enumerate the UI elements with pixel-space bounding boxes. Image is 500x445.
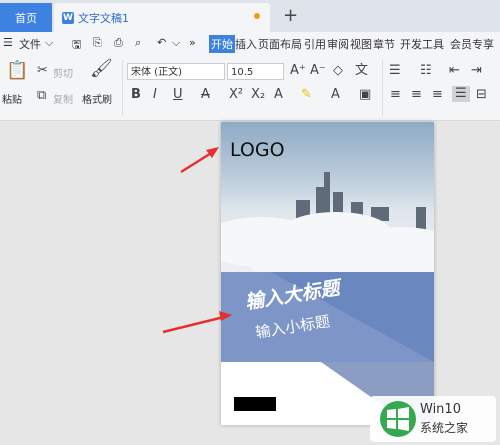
- document-icon: W: [62, 11, 74, 24]
- menu-developer[interactable]: 开发工具: [400, 36, 444, 52]
- tab-home-label: 首页: [15, 11, 37, 25]
- font-color-icon[interactable]: A: [331, 88, 340, 102]
- chevron-down-icon[interactable]: ⌵: [45, 36, 53, 50]
- menu-section[interactable]: 章节: [373, 36, 395, 52]
- menu-bar: ☰ 文件 ⌵ 🖫 ⎘ ⎙ ⌕ ↶ ⌵ » 开始 插入 页面布局 引用 审阅 视图…: [0, 32, 500, 57]
- decrease-indent-icon[interactable]: ⇤: [449, 64, 460, 78]
- watermark-title: Win10: [420, 402, 461, 417]
- print-preview-icon[interactable]: ⌕: [135, 36, 141, 50]
- italic-icon[interactable]: I: [153, 88, 157, 102]
- ribbon: 📋 粘贴 ✂ 剪切 ⧉ 复制 🖌 格式刷 宋体 (正文) 10.5 A⁺ A⁻ …: [0, 56, 500, 121]
- tab-document-label: 文字文稿1: [78, 11, 129, 25]
- menu-member[interactable]: 会员专享: [450, 36, 494, 52]
- menu-review[interactable]: 审阅: [327, 36, 349, 52]
- undo-icon[interactable]: ↶: [157, 36, 166, 49]
- new-tab-button[interactable]: +: [283, 5, 298, 26]
- bold-icon[interactable]: B: [131, 88, 141, 102]
- more-icon[interactable]: »: [189, 36, 196, 49]
- save-icon[interactable]: 🖫: [72, 36, 81, 55]
- char-border-icon[interactable]: ▣: [359, 88, 371, 102]
- copy-icon[interactable]: ⧉: [37, 89, 46, 103]
- justify-icon[interactable]: ☰: [452, 86, 470, 102]
- black-bar: [234, 397, 276, 411]
- distributed-align-icon[interactable]: ⊟: [476, 88, 487, 102]
- menu-file[interactable]: 文件: [19, 36, 41, 52]
- phonetic-icon[interactable]: 文: [355, 64, 368, 78]
- align-center-icon[interactable]: ≡: [411, 88, 422, 102]
- menu-view[interactable]: 视图: [350, 36, 372, 52]
- hamburger-icon[interactable]: ☰: [3, 36, 13, 49]
- export-icon[interactable]: ⎘: [93, 36, 102, 50]
- divider: [382, 60, 383, 116]
- copy-button[interactable]: 复制: [53, 91, 73, 106]
- clear-format-icon[interactable]: ◇: [333, 64, 343, 78]
- menu-references[interactable]: 引用: [304, 36, 326, 52]
- paste-icon[interactable]: 📋: [6, 62, 28, 80]
- shrink-font-icon[interactable]: A⁻: [310, 64, 326, 78]
- cut-icon[interactable]: ✂: [37, 64, 48, 78]
- numbered-list-icon[interactable]: ☷: [420, 64, 432, 78]
- strikethrough-icon[interactable]: A: [201, 88, 210, 102]
- tab-bar: 首页 W 文字文稿1 +: [0, 0, 500, 32]
- font-name-select[interactable]: 宋体 (正文): [127, 63, 225, 80]
- document-page[interactable]: LOGO 输入大标题 输入小标题: [221, 122, 434, 425]
- highlight-icon[interactable]: ✎: [301, 88, 312, 102]
- grow-font-icon[interactable]: A⁺: [290, 64, 306, 78]
- tab-home[interactable]: 首页: [0, 3, 52, 32]
- menu-page-layout[interactable]: 页面布局: [258, 36, 302, 52]
- divider: [122, 60, 123, 116]
- increase-indent-icon[interactable]: ⇥: [471, 64, 482, 78]
- text-effect-icon[interactable]: A: [274, 88, 283, 102]
- align-right-icon[interactable]: ≡: [432, 88, 443, 102]
- menu-insert[interactable]: 插入: [235, 36, 257, 52]
- tab-document[interactable]: W 文字文稿1: [54, 3, 270, 32]
- watermark-subtitle: 系统之家: [420, 421, 469, 435]
- paste-button[interactable]: 粘贴: [2, 91, 22, 106]
- superscript-icon[interactable]: X²: [229, 88, 243, 102]
- unsaved-dot-icon: [254, 13, 260, 19]
- undo-dropdown-icon[interactable]: ⌵: [172, 36, 180, 50]
- menu-start[interactable]: 开始: [209, 35, 235, 53]
- subscript-icon[interactable]: X₂: [251, 88, 265, 102]
- format-painter-button[interactable]: 格式刷: [82, 91, 112, 106]
- align-left-icon[interactable]: ≡: [390, 88, 401, 102]
- cut-button[interactable]: 剪切: [53, 65, 73, 80]
- print-icon[interactable]: ⎙: [114, 36, 123, 50]
- underline-icon[interactable]: U: [173, 88, 183, 102]
- bullet-list-icon[interactable]: ☰: [389, 64, 401, 78]
- font-size-select[interactable]: 10.5: [227, 63, 284, 80]
- format-painter-icon[interactable]: 🖌: [90, 60, 113, 78]
